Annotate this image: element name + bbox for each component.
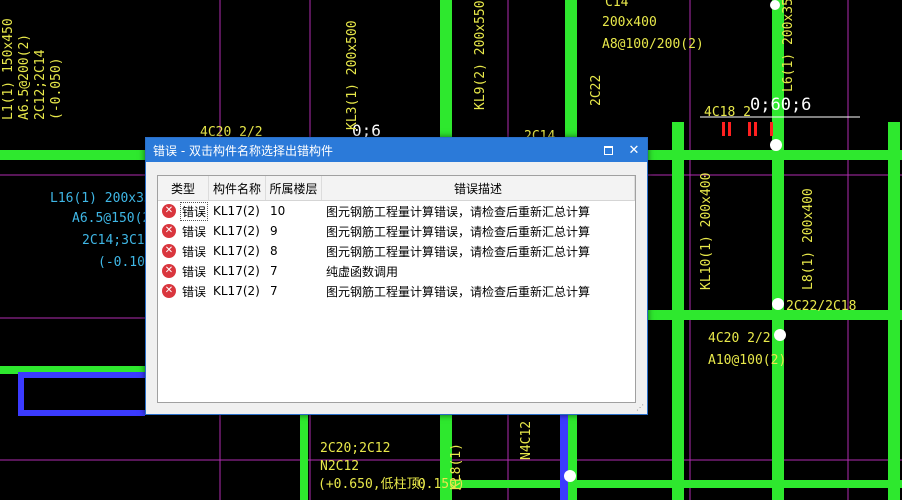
row-description: 纯虚函数调用 bbox=[326, 264, 399, 279]
cad-label: 4C18 2 bbox=[704, 105, 751, 120]
close-icon: ✕ bbox=[628, 142, 640, 158]
cad-label: 2C22/2C18 bbox=[786, 299, 856, 314]
error-x-icon: ✕ bbox=[162, 264, 176, 278]
dialog-title: 错误 - 双击构件名称选择出错构件 bbox=[153, 143, 333, 158]
cad-label: 0;60;6 bbox=[750, 95, 811, 115]
cad-label: L1(1) 150x450 bbox=[1, 18, 16, 120]
column-header-description[interactable]: 错误描述 bbox=[322, 176, 635, 200]
cad-label: KL3(1) 200x500 bbox=[345, 20, 360, 130]
maximize-button[interactable] bbox=[595, 138, 621, 162]
cad-label: L6(1) 200x350 bbox=[781, 0, 796, 92]
table-header: 类型 构件名称 所属楼层 错误描述 bbox=[158, 176, 635, 201]
cad-label: KL9(2) 200x550 bbox=[473, 0, 488, 110]
row-description: 图元钢筋工程量计算错误，请检查后重新汇总计算 bbox=[326, 244, 591, 259]
row-type: 错误 bbox=[182, 264, 207, 279]
rebar-marks bbox=[722, 122, 773, 136]
cad-label: 200x400 bbox=[602, 15, 657, 30]
row-description: 图元钢筋工程量计算错误，请检查后重新汇总计算 bbox=[326, 204, 591, 219]
error-x-icon: ✕ bbox=[162, 244, 176, 258]
column-header-type[interactable]: 类型 bbox=[158, 176, 209, 200]
cad-label: L8(1) 200x400 bbox=[801, 188, 816, 290]
cad-label: 2C14;3C16 bbox=[82, 233, 152, 248]
cad-label: C14 bbox=[605, 0, 629, 10]
error-dialog: 错误 - 双击构件名称选择出错构件 ✕ 类型 构件名称 所属楼层 错误描述 ✕ 错… bbox=[145, 137, 648, 415]
row-floor: 7 bbox=[270, 284, 278, 298]
table-row[interactable]: ✕ 错误 KL17(2) 7 图元钢筋工程量计算错误，请检查后重新汇总计算 bbox=[158, 281, 635, 301]
cad-label: (-0.050) bbox=[49, 57, 64, 120]
close-button[interactable]: ✕ bbox=[621, 138, 647, 162]
cad-label: N2C12 bbox=[320, 459, 359, 474]
error-x-icon: ✕ bbox=[162, 284, 176, 298]
table-row[interactable]: ✕ 错误 KL17(2) 9 图元钢筋工程量计算错误，请检查后重新汇总计算 bbox=[158, 221, 635, 241]
cad-label: KL10(1) 200x400 bbox=[699, 173, 714, 290]
row-description: 图元钢筋工程量计算错误，请检查后重新汇总计算 bbox=[326, 224, 591, 239]
cad-label: 2C12;2C14 bbox=[33, 49, 48, 120]
row-description: 图元钢筋工程量计算错误，请检查后重新汇总计算 bbox=[326, 284, 591, 299]
cad-label: KL8(1) bbox=[449, 443, 464, 490]
row-type: 错误 bbox=[182, 224, 207, 239]
column-header-floor[interactable]: 所属楼层 bbox=[266, 176, 322, 200]
table-row[interactable]: ✕ 错误 KL17(2) 8 图元钢筋工程量计算错误，请检查后重新汇总计算 bbox=[158, 241, 635, 261]
cad-label: A8@100/200(2) bbox=[602, 37, 704, 52]
dialog-titlebar[interactable]: 错误 - 双击构件名称选择出错构件 ✕ bbox=[146, 138, 647, 162]
cad-label: N4C12 bbox=[519, 421, 534, 460]
table-row[interactable]: ✕ 错误 KL17(2) 10 图元钢筋工程量计算错误，请检查后重新汇总计算 bbox=[158, 201, 635, 221]
cad-label: 4C20 2/2 bbox=[708, 331, 771, 346]
row-floor: 9 bbox=[270, 224, 278, 238]
column-header-name[interactable]: 构件名称 bbox=[209, 176, 266, 200]
row-component-name[interactable]: KL17(2) bbox=[209, 284, 266, 298]
row-type: 错误 bbox=[180, 201, 209, 221]
row-component-name[interactable]: KL17(2) bbox=[209, 244, 266, 258]
table-row[interactable]: ✕ 错误 KL17(2) 7 纯虚函数调用 bbox=[158, 261, 635, 281]
row-component-name[interactable]: KL17(2) bbox=[209, 204, 266, 218]
error-table[interactable]: 类型 构件名称 所属楼层 错误描述 ✕ 错误 KL17(2) 10 图元钢筋工程量… bbox=[157, 175, 636, 403]
row-component-name[interactable]: KL17(2) bbox=[209, 224, 266, 238]
error-x-icon: ✕ bbox=[162, 204, 176, 218]
error-x-icon: ✕ bbox=[162, 224, 176, 238]
row-floor: 7 bbox=[270, 264, 278, 278]
row-type: 错误 bbox=[182, 284, 207, 299]
row-floor: 8 bbox=[270, 244, 278, 258]
cad-label: A6.5@200(2) bbox=[17, 34, 32, 120]
cad-label: 2C22 bbox=[589, 75, 604, 106]
cad-label: 2C20;2C12 bbox=[320, 441, 390, 456]
cad-label: L16(1) 200x350 bbox=[50, 191, 160, 206]
row-floor: 10 bbox=[270, 204, 286, 218]
row-component-name[interactable]: KL17(2) bbox=[209, 264, 266, 278]
row-type: 错误 bbox=[182, 244, 207, 259]
resize-grip-icon[interactable]: ⋰ bbox=[636, 403, 645, 412]
cad-label: A10@100(2) bbox=[708, 353, 786, 368]
maximize-icon bbox=[603, 145, 613, 155]
